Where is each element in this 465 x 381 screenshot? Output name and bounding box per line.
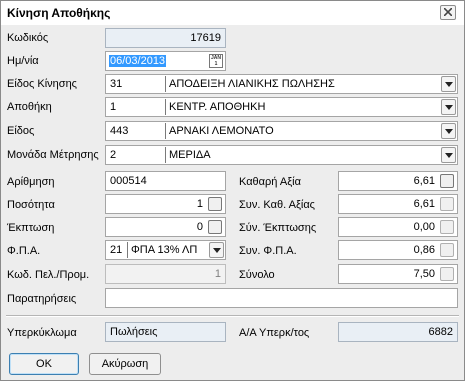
movement-type-label: Είδος Κίνησης (7, 78, 77, 90)
chevron-down-icon (445, 105, 453, 110)
parent-circle-value: Πωλήσεις (110, 326, 158, 338)
code-value: 17619 (190, 32, 221, 44)
parent-seq-field: 6882 (338, 322, 458, 342)
combo-separator (127, 242, 128, 258)
warehouse-code: 1 (110, 101, 117, 113)
divider (6, 315, 459, 317)
vat-combo[interactable]: 21 ΦΠΑ 13% ΛΠ (105, 240, 226, 260)
total-field: 7,50 (338, 264, 458, 284)
chevron-down-icon (445, 153, 453, 158)
movement-type-code: 31 (110, 78, 123, 90)
total-net-value-field: 6,61 (338, 194, 458, 214)
code-field: 17619 (105, 28, 226, 48)
item-label: Είδος (7, 125, 35, 137)
date-label: Ημ/νία (7, 55, 39, 67)
net-value-value: 6,61 (413, 175, 435, 187)
vat-dropdown-button[interactable] (209, 242, 224, 258)
title-bar: Κίνηση Αποθήκης (1, 1, 464, 25)
total-net-value-value: 6,61 (413, 198, 435, 210)
combo-separator (165, 123, 166, 139)
discount-value: 0 (196, 221, 203, 233)
warehouse-combo[interactable]: 1 ΚΕΝΤΡ. ΑΠΟΘΗΚΗ (105, 97, 458, 117)
window-title: Κίνηση Αποθήκης (7, 6, 111, 20)
date-value: 06/03/2013 (109, 55, 167, 67)
combo-separator (165, 147, 166, 163)
unit-dropdown-button[interactable] (441, 147, 456, 163)
calculator-icon[interactable] (208, 197, 222, 211)
number-label: Αρίθμηση (7, 176, 55, 188)
item-code: 443 (110, 125, 129, 137)
discount-field[interactable]: 0 (105, 217, 226, 237)
quantity-label: Ποσότητα (7, 199, 55, 211)
total-net-value-label: Συν. Καθ. Αξίας (239, 199, 315, 211)
total-vat-field: 0,86 (338, 240, 458, 260)
movement-type-name: ΑΠΟΔΕΙΞΗ ΛΙΑΝΙΚΗΣ ΠΩΛΗΣΗΣ (169, 78, 335, 90)
item-combo[interactable]: 443 ΑΡΝΑΚΙ ΛΕΜΟΝΑΤΟ (105, 121, 458, 141)
net-value-label: Καθαρή Αξία (239, 176, 301, 188)
parent-circle-field: Πωλήσεις (105, 322, 226, 342)
parent-seq-label: Α/Α Υπερκ/τος (239, 327, 310, 339)
close-icon (444, 8, 452, 16)
chevron-down-icon (445, 82, 453, 87)
unit-name: ΜΕΡΙΔΑ (169, 149, 211, 161)
code-label: Κωδικός (7, 32, 49, 44)
chevron-down-icon (213, 248, 221, 253)
calculator-icon (440, 197, 454, 211)
warehouse-dropdown-button[interactable] (441, 99, 456, 115)
discount-label: Έκπτωση (7, 222, 55, 234)
notes-label: Παρατηρήσεις (7, 293, 77, 305)
quantity-field[interactable]: 1 (105, 194, 226, 214)
vat-code: 21 (110, 244, 123, 256)
close-button[interactable] (440, 5, 456, 20)
unit-combo[interactable]: 2 ΜΕΡΙΔΑ (105, 145, 458, 165)
total-discount-field: 0,00 (338, 217, 458, 237)
total-discount-label: Σύν. Έκπτωσης (239, 222, 317, 234)
item-dropdown-button[interactable] (441, 123, 456, 139)
net-value-field[interactable]: 6,61 (338, 171, 458, 191)
vat-name: ΦΠΑ 13% ΛΠ (131, 244, 198, 256)
date-field[interactable]: 06/03/2013 JAN 1 (105, 51, 226, 71)
warehouse-name: ΚΕΝΤΡ. ΑΠΟΘΗΚΗ (169, 101, 266, 113)
price-list-label: Κωδ. Πελ./Προμ. (7, 269, 90, 281)
unit-label: Μονάδα Μέτρησης (7, 149, 99, 161)
notes-field[interactable] (105, 288, 458, 308)
number-field[interactable]: 000514 (105, 171, 226, 191)
combo-separator (165, 76, 166, 92)
item-name: ΑΡΝΑΚΙ ΛΕΜΟΝΑΤΟ (169, 125, 274, 137)
total-vat-value: 0,86 (413, 244, 435, 256)
calculator-icon (440, 243, 454, 257)
calendar-icon-day: 1 (214, 61, 218, 67)
calculator-icon[interactable] (208, 220, 222, 234)
calculator-icon (440, 267, 454, 281)
total-discount-value: 0,00 (413, 221, 435, 233)
cancel-button[interactable]: Ακύρωση (89, 353, 161, 375)
price-list-field: 1 (105, 264, 226, 284)
calculator-icon[interactable] (440, 174, 454, 188)
combo-separator (165, 99, 166, 115)
movement-type-dropdown-button[interactable] (441, 76, 456, 92)
chevron-down-icon (445, 129, 453, 134)
price-list-value: 1 (214, 268, 221, 280)
number-value: 000514 (110, 175, 147, 187)
warehouse-label: Αποθήκη (7, 101, 52, 113)
warehouse-movement-dialog: Κίνηση Αποθήκης Κωδικός 17619 Ημ/νία 06/… (0, 0, 465, 381)
quantity-value: 1 (196, 198, 203, 210)
unit-code: 2 (110, 149, 117, 161)
calendar-icon[interactable]: JAN 1 (209, 54, 223, 68)
total-label: Σύνολο (239, 269, 275, 281)
movement-type-combo[interactable]: 31 ΑΠΟΔΕΙΞΗ ΛΙΑΝΙΚΗΣ ΠΩΛΗΣΗΣ (105, 74, 458, 94)
calculator-icon (440, 220, 454, 234)
parent-circle-label: Υπερκύκλωμα (7, 327, 77, 339)
total-value: 7,50 (413, 268, 435, 280)
total-vat-label: Συν. Φ.Π.Α. (239, 245, 297, 257)
parent-seq-value: 6882 (428, 326, 453, 338)
ok-button[interactable]: OK (9, 353, 79, 375)
vat-label: Φ.Π.Α. (7, 245, 41, 257)
